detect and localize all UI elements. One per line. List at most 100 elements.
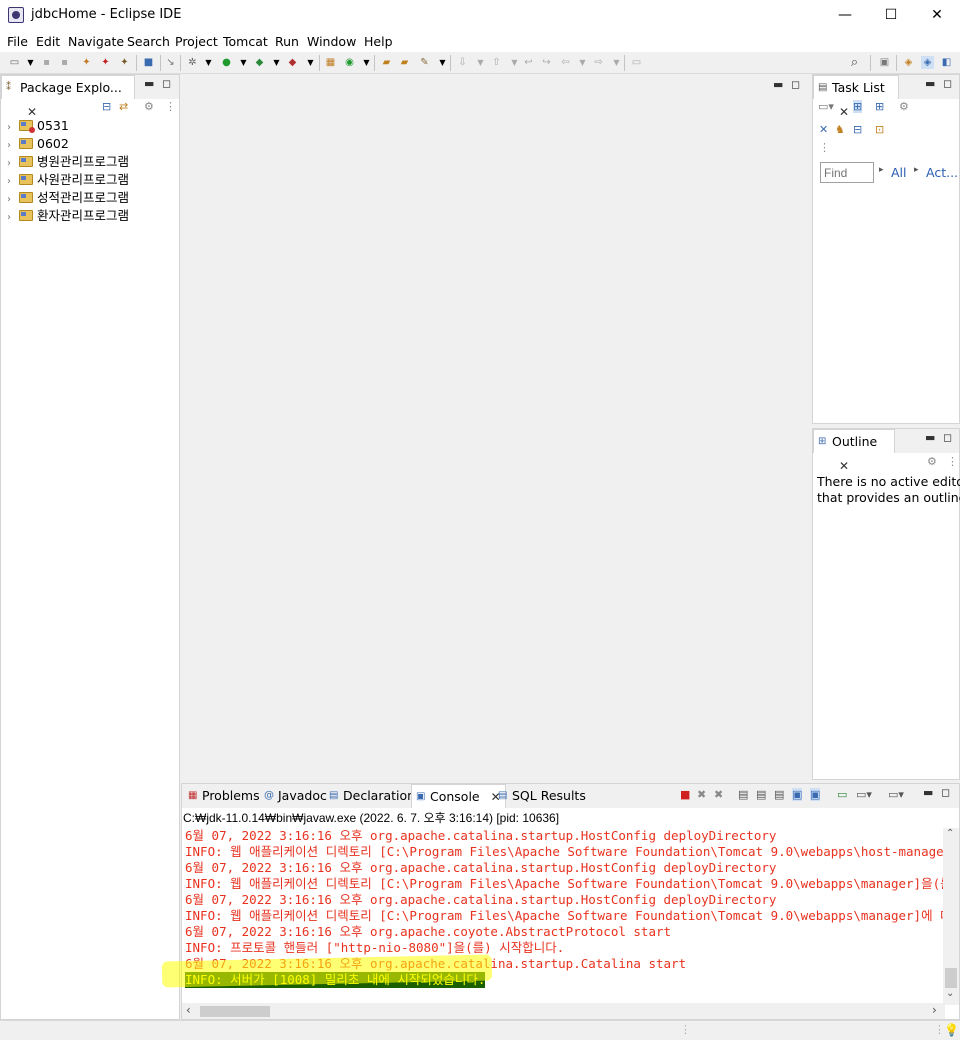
coverage-icon[interactable]: ◆ (253, 56, 266, 69)
view-menu-icon[interactable]: ⋮ (819, 141, 830, 154)
scroll-left-icon[interactable]: ‹ (186, 1003, 191, 1017)
minimize-button[interactable]: — (822, 0, 868, 30)
tab-console[interactable]: ▣ Console ✕ (411, 784, 506, 808)
tree-item-project[interactable]: › 0531 (7, 117, 69, 135)
find-input[interactable] (820, 162, 874, 183)
scroll-right-icon[interactable]: › (932, 1003, 937, 1017)
show-stderr-icon[interactable]: ▣ (810, 788, 821, 801)
console-horizontal-scrollbar[interactable]: ‹ › (182, 1003, 945, 1019)
back-dropdown-icon[interactable]: ▼ (576, 56, 589, 69)
toggle-icon[interactable]: ↘ (164, 56, 177, 69)
remove-all-icon[interactable]: ✖ (714, 788, 723, 801)
word-wrap-icon[interactable]: ▤ (774, 788, 784, 801)
open-type-icon[interactable]: ▰ (380, 56, 393, 69)
open-task-icon[interactable]: ▰ (398, 56, 411, 69)
tree-item-project[interactable]: › 0602 (7, 135, 69, 153)
remove-launch-icon[interactable]: ✖ (697, 788, 706, 801)
pin-console-icon[interactable]: ▭ (837, 788, 847, 801)
next-annotation-icon[interactable]: ⇩ (456, 56, 469, 69)
menu-help[interactable]: Help (364, 34, 393, 49)
forward-edit-icon[interactable]: ↪ (540, 56, 553, 69)
minimize-icon[interactable]: ▬ (925, 431, 935, 444)
editor-area[interactable]: ▬ ◻ (181, 74, 811, 779)
tomcat-stop-icon[interactable]: ✦ (99, 56, 112, 69)
forward-icon[interactable]: ⇨ (592, 56, 605, 69)
coverage-dropdown-icon[interactable]: ▼ (270, 56, 283, 69)
terminate-icon[interactable]: ■ (680, 788, 690, 801)
debug-icon[interactable]: ✲ (186, 56, 199, 69)
run-dropdown-icon[interactable]: ▼ (237, 56, 250, 69)
scroll-thumb-horizontal[interactable] (200, 1006, 270, 1017)
filters-icon[interactable]: ⚙ (144, 100, 154, 113)
tab-sql-results[interactable]: ▤ SQL Results (494, 784, 590, 808)
collapse-icon[interactable]: ✕ (819, 123, 828, 136)
open-perspective-icon[interactable]: ▣ (878, 56, 891, 69)
expand-arrow-icon[interactable]: › (7, 209, 19, 227)
save-icon[interactable]: ▪ (40, 56, 53, 69)
scheduled-icon[interactable]: ⊞ (875, 100, 884, 113)
pin-editor-icon[interactable]: ▭ (630, 56, 643, 69)
categorized-icon[interactable]: ⊞ (853, 100, 863, 113)
new-java-project-icon[interactable]: ▦ (324, 56, 337, 69)
search-tool-icon[interactable]: ✎ (418, 56, 431, 69)
close-icon[interactable]: ✕ (839, 459, 849, 473)
tab-task-list[interactable]: ▤ Task List ✕ (813, 75, 899, 119)
tab-outline[interactable]: ⊞ Outline ✕ (813, 429, 895, 473)
focus-icon[interactable]: ♞ (835, 123, 845, 136)
tree-item-project[interactable]: › 성적관리프로그램 (7, 189, 129, 207)
console-output[interactable]: 6월 07, 2022 3:16:16 오후 org.apache.catali… (182, 828, 943, 1003)
external-dropdown-icon[interactable]: ▼ (304, 56, 317, 69)
forward-dropdown-icon[interactable]: ▼ (610, 56, 623, 69)
menu-tomcat[interactable]: Tomcat (223, 34, 268, 49)
menu-navigate[interactable]: Navigate (68, 34, 124, 49)
tomcat-start-icon[interactable]: ✦ (80, 56, 93, 69)
new-icon[interactable]: ▭ (8, 56, 21, 69)
search-dropdown-icon[interactable]: ▼ (436, 56, 449, 69)
tab-package-explorer[interactable]: ⁑ Package Explo... ✕ (1, 75, 135, 119)
menu-file[interactable]: File (7, 34, 28, 49)
last-edit-icon[interactable]: ↩ (522, 56, 535, 69)
close-icon[interactable]: ✕ (839, 105, 849, 119)
scroll-thumb[interactable] (945, 968, 957, 988)
clear-console-icon[interactable]: ▤ (738, 788, 748, 801)
maximize-button[interactable]: ☐ (868, 0, 914, 30)
tree-item-project[interactable]: › 환자관리프로그램 (7, 207, 129, 225)
menu-window[interactable]: Window (307, 34, 356, 49)
tomcat-restart-icon[interactable]: ✦ (118, 56, 131, 69)
tree-item-project[interactable]: › 사원관리프로그램 (7, 171, 129, 189)
tab-problems[interactable]: ▦ Problems (184, 784, 264, 808)
menu-run[interactable]: Run (275, 34, 299, 49)
view-menu-icon[interactable]: ⋮ (947, 455, 958, 468)
minimize-icon[interactable]: ▬ (144, 77, 154, 90)
prev-annotation-icon[interactable]: ⇧ (490, 56, 503, 69)
minimize-icon[interactable]: ▬ (925, 77, 935, 90)
maximize-icon[interactable]: ◻ (943, 77, 952, 90)
open-console-icon[interactable]: ▭▾ (888, 788, 904, 801)
tab-declaration[interactable]: ▤ Declaration (325, 784, 419, 808)
editor-minimize-icon[interactable]: ▬ (773, 78, 783, 91)
activate-link[interactable]: Act... (926, 165, 958, 180)
filter-icon[interactable]: ⚙ (927, 455, 937, 468)
collapse-all-icon[interactable]: ⊟ (853, 123, 862, 136)
menu-edit[interactable]: Edit (36, 34, 60, 49)
maximize-icon[interactable]: ◻ (162, 77, 171, 90)
console-vertical-scrollbar[interactable]: ⌃ ⌄ (943, 828, 959, 1005)
tab-javadoc[interactable]: @ Javadoc (260, 784, 331, 808)
maximize-icon[interactable]: ◻ (941, 786, 950, 799)
all-link[interactable]: All (891, 165, 907, 180)
minimize-icon[interactable]: ▬ (923, 786, 933, 799)
prev-annotation-dropdown-icon[interactable]: ▼ (508, 56, 521, 69)
maximize-icon[interactable]: ◻ (943, 431, 952, 444)
terminal-icon[interactable]: ■ (142, 56, 155, 69)
sync-icon[interactable]: ⊡ (875, 123, 884, 136)
close-button[interactable]: ✕ (914, 0, 960, 30)
new-task-icon[interactable]: ▭▾ (818, 100, 834, 113)
collapse-all-icon[interactable]: ⊟ (102, 100, 111, 113)
filter-icon[interactable]: ⚙ (899, 100, 909, 113)
debug-dropdown-icon[interactable]: ▼ (202, 56, 215, 69)
scroll-down-icon[interactable]: ⌄ (946, 988, 954, 999)
menu-project[interactable]: Project (175, 34, 218, 49)
scroll-lock-icon[interactable]: ▤ (756, 788, 766, 801)
java-ee-perspective-icon[interactable]: ◈ (902, 56, 915, 69)
tip-lightbulb-icon[interactable]: 💡 (944, 1023, 959, 1037)
